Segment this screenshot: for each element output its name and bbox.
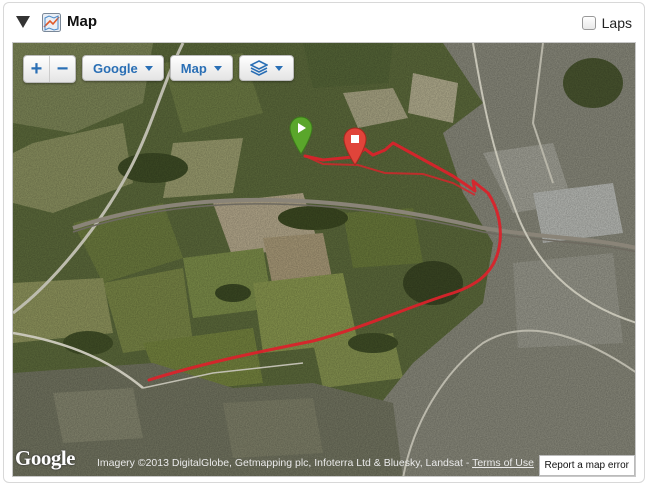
report-map-error-link[interactable]: Report a map error xyxy=(538,455,635,476)
map-attribution: Imagery ©2013 DigitalGlobe, Getmapping p… xyxy=(97,457,534,469)
map-icon xyxy=(42,13,61,32)
laps-label: Laps xyxy=(601,15,632,31)
chevron-down-icon xyxy=(274,65,283,71)
map-type-label: Map xyxy=(180,60,207,76)
terms-of-use-link[interactable]: Terms of Use xyxy=(472,457,534,469)
layers-dropdown[interactable] xyxy=(238,55,294,81)
zoom-control: + − xyxy=(23,55,76,83)
start-marker-icon[interactable] xyxy=(288,115,314,155)
layers-icon xyxy=(249,60,268,76)
collapse-triangle-icon[interactable] xyxy=(16,16,30,28)
satellite-map[interactable]: + − Google Map Google Imagery ©2013 Digi… xyxy=(12,42,636,477)
end-marker-icon[interactable] xyxy=(342,126,368,166)
panel-header: Map Laps xyxy=(4,3,644,43)
zoom-in-button[interactable]: + xyxy=(24,56,49,82)
panel-title: Map xyxy=(67,13,97,30)
map-type-dropdown[interactable]: Map xyxy=(169,55,233,81)
google-logo[interactable]: Google xyxy=(15,446,76,471)
map-panel: Map Laps + − Google Map Google Imagery ©… xyxy=(3,2,645,483)
chevron-down-icon xyxy=(213,65,222,71)
map-provider-label: Google xyxy=(93,60,138,76)
map-controls: + − Google Map xyxy=(23,55,294,83)
attribution-text: Imagery ©2013 DigitalGlobe, Getmapping p… xyxy=(97,457,470,469)
map-provider-dropdown[interactable]: Google xyxy=(82,55,164,81)
laps-checkbox[interactable] xyxy=(581,16,596,30)
chevron-down-icon xyxy=(144,65,153,71)
zoom-out-button[interactable]: − xyxy=(49,56,75,82)
laps-toggle[interactable]: Laps xyxy=(581,15,632,31)
satellite-imagery[interactable] xyxy=(13,43,636,477)
